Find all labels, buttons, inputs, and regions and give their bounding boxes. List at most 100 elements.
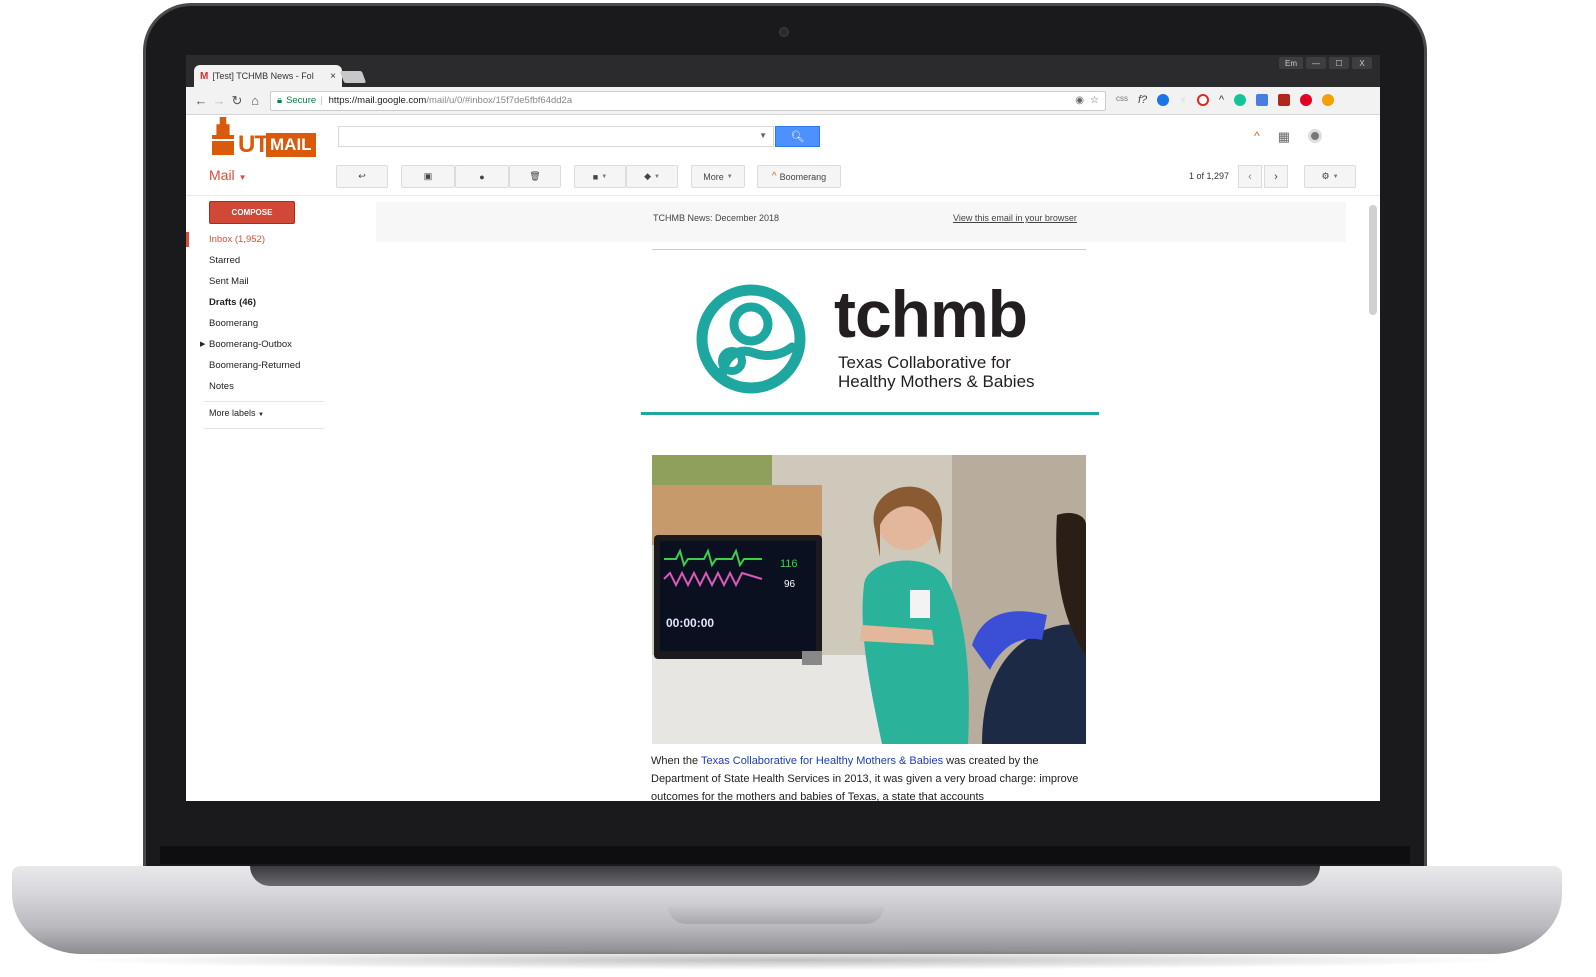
tab-title: [Test] TCHMB News - Fol bbox=[212, 71, 314, 81]
hat-extension-icon[interactable] bbox=[1256, 94, 1269, 106]
chevron-down-icon: ▼ bbox=[601, 173, 608, 180]
browser-tab[interactable]: M [Test] TCHMB News - Fol × bbox=[194, 65, 342, 87]
eye-icon[interactable]: ◉ bbox=[1075, 95, 1084, 106]
sidebar-item-drafts[interactable]: Drafts (46) bbox=[186, 292, 336, 313]
more-label: More bbox=[703, 171, 724, 182]
settings-gear-icon: ⚙ bbox=[1321, 171, 1330, 181]
chevron-down-icon: ▼ bbox=[258, 412, 264, 418]
chevron-down-icon: ▼ bbox=[726, 173, 733, 180]
more-button[interactable]: More ▼ bbox=[691, 165, 745, 188]
laptop-hinge bbox=[160, 846, 1410, 864]
boomerang-icon: ^ bbox=[771, 171, 777, 182]
report-spam-icon: ● bbox=[479, 171, 485, 182]
body-prefix: When the bbox=[651, 755, 701, 767]
account-icon[interactable] bbox=[1308, 129, 1322, 143]
browser-toolbar: ← → ↻ ⌂ 🔒︎ Secure | https://mail.google.… bbox=[186, 87, 1380, 115]
window-controls: Em — ☐ X bbox=[1279, 57, 1372, 69]
chevron-left-icon: ‹ bbox=[1248, 170, 1252, 183]
back-to-inbox-button[interactable]: ↩ bbox=[336, 165, 388, 188]
header-divider bbox=[186, 195, 1380, 196]
sidebar-item-inbox[interactable]: Inbox (1,952) bbox=[186, 229, 336, 250]
maximize-button[interactable]: ☐ bbox=[1329, 57, 1349, 69]
reload-icon[interactable]: ↻ bbox=[228, 93, 246, 109]
tchmb-tagline-line-1: Texas Collaborative for bbox=[838, 353, 1011, 372]
search-input[interactable]: ▼ bbox=[338, 126, 774, 147]
opera-extension-icon[interactable] bbox=[1196, 94, 1209, 106]
browser-tab-strip: M [Test] TCHMB News - Fol × Em — ☐ X bbox=[186, 55, 1380, 87]
monitor-reading-2: 96 bbox=[784, 579, 796, 590]
ut-mail-logo[interactable]: UT MAIL bbox=[208, 117, 318, 159]
new-tab-button[interactable] bbox=[339, 71, 367, 83]
tab-close-icon[interactable]: × bbox=[330, 71, 336, 82]
archive-button[interactable]: ▣ bbox=[401, 165, 455, 188]
forward-arrow-icon[interactable]: → bbox=[210, 93, 228, 108]
header-icons: ^ ▦ bbox=[1254, 129, 1322, 145]
css-extension-icon[interactable]: css bbox=[1116, 94, 1128, 107]
labels-button[interactable]: ◆ ▼ bbox=[626, 165, 678, 188]
webcam bbox=[779, 27, 789, 37]
sidebar-item-boomerang-outbox[interactable]: ▶ Boomerang-Outbox bbox=[186, 334, 336, 355]
chevron-down-icon: ▼ bbox=[238, 173, 247, 182]
minimize-button[interactable]: — bbox=[1306, 57, 1326, 69]
sidebar-item-boomerang-returned[interactable]: Boomerang-Returned bbox=[186, 355, 336, 376]
lightning-extension-icon[interactable]: ⚡︎ bbox=[1179, 94, 1187, 107]
laptop-shadow bbox=[60, 950, 1520, 970]
laptop-screen: M [Test] TCHMB News - Fol × Em — ☐ X ← →… bbox=[186, 55, 1380, 801]
pinterest-extension-icon[interactable] bbox=[1300, 94, 1313, 106]
boomerang-extension-icon[interactable]: ^ bbox=[1219, 94, 1224, 107]
logo-head bbox=[729, 302, 773, 346]
move-to-button[interactable]: ■ ▼ bbox=[574, 165, 626, 188]
home-icon[interactable]: ⌂ bbox=[246, 93, 264, 108]
sidebar-item-sent[interactable]: Sent Mail bbox=[186, 271, 336, 292]
envelope-icon bbox=[210, 139, 236, 157]
sidebar-divider bbox=[204, 401, 324, 402]
extension-icons: css f? ⚡︎ ^ bbox=[1116, 94, 1335, 107]
pdf-extension-icon[interactable] bbox=[1278, 94, 1291, 106]
lock-icon: 🔒︎ bbox=[277, 95, 283, 106]
search-icon: 🔍︎ bbox=[790, 131, 805, 143]
more-labels-link[interactable]: More labels ▼ bbox=[209, 408, 264, 418]
keyboard-well bbox=[250, 866, 1320, 886]
sidebar-nav: Inbox (1,952) Starred Sent Mail Drafts (… bbox=[186, 229, 336, 397]
url-host: https://mail.google.com bbox=[328, 95, 427, 106]
alert-extension-icon[interactable] bbox=[1322, 94, 1335, 106]
scrollbar-thumb[interactable] bbox=[1369, 205, 1377, 315]
settings-button[interactable]: ⚙ ▼ bbox=[1304, 165, 1356, 188]
function-extension-icon[interactable]: f? bbox=[1138, 94, 1147, 107]
close-window-button[interactable]: X bbox=[1352, 57, 1372, 69]
folder-icon: ■ bbox=[592, 171, 599, 182]
boomerang-header-icon[interactable]: ^ bbox=[1254, 129, 1260, 145]
tchmb-link[interactable]: Texas Collaborative for Healthy Mothers … bbox=[701, 755, 943, 767]
hospital-scene-illustration: 116 96 00:00:00 bbox=[652, 455, 1086, 744]
older-button[interactable]: › bbox=[1264, 165, 1288, 188]
sidebar-item-starred[interactable]: Starred bbox=[186, 250, 336, 271]
expand-arrow-icon[interactable]: ▶ bbox=[200, 334, 205, 355]
newer-button[interactable]: ‹ bbox=[1238, 165, 1262, 188]
sidebar-item-notes[interactable]: Notes bbox=[186, 376, 336, 397]
search-options-caret-icon[interactable]: ▼ bbox=[759, 131, 767, 140]
search-button[interactable]: 🔍︎ bbox=[775, 126, 820, 147]
pager-count: 1 of 1,297 bbox=[1189, 171, 1230, 181]
sidebar-item-boomerang[interactable]: Boomerang bbox=[186, 313, 336, 334]
address-bar[interactable]: 🔒︎ Secure | https://mail.google.com /mai… bbox=[270, 90, 1106, 111]
chevron-down-icon: ▼ bbox=[1332, 173, 1339, 180]
more-labels-text: More labels bbox=[209, 408, 256, 418]
email-preheader: TCHMB News: December 2018 bbox=[653, 213, 780, 223]
email-header-divider bbox=[652, 249, 1086, 250]
view-in-browser-link[interactable]: View this email in your browser bbox=[953, 213, 1077, 223]
report-spam-button[interactable]: ● bbox=[455, 165, 509, 188]
secure-separator: | bbox=[320, 95, 323, 106]
tchmb-tagline-line-2: Healthy Mothers & Babies bbox=[838, 372, 1035, 391]
delete-button[interactable]: 🗑︎ bbox=[509, 165, 561, 188]
boomerang-label: Boomerang bbox=[779, 171, 827, 182]
back-arrow-icon[interactable]: ← bbox=[192, 93, 210, 108]
label-icon: ◆ bbox=[644, 171, 651, 181]
window-user-button[interactable]: Em bbox=[1279, 57, 1303, 69]
compose-button[interactable]: COMPOSE bbox=[209, 201, 295, 224]
star-icon[interactable]: ☆ bbox=[1090, 95, 1099, 106]
mail-switcher[interactable]: Mail ▼ bbox=[209, 167, 246, 183]
boomerang-button[interactable]: ^ Boomerang bbox=[757, 165, 841, 188]
apps-grid-icon[interactable]: ▦ bbox=[1278, 129, 1290, 145]
grammarly-extension-icon[interactable] bbox=[1234, 94, 1247, 106]
chrome-extension-icon[interactable] bbox=[1157, 94, 1170, 106]
